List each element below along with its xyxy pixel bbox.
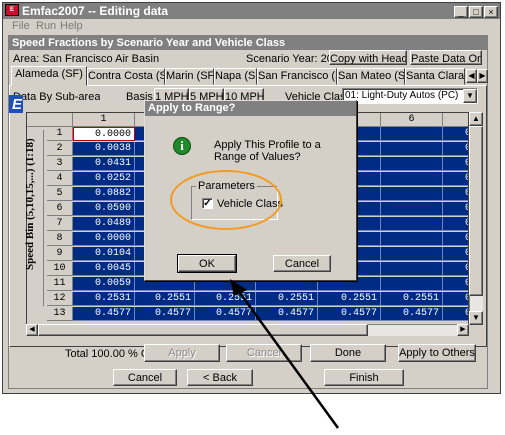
annotation-arrow (230, 279, 340, 429)
